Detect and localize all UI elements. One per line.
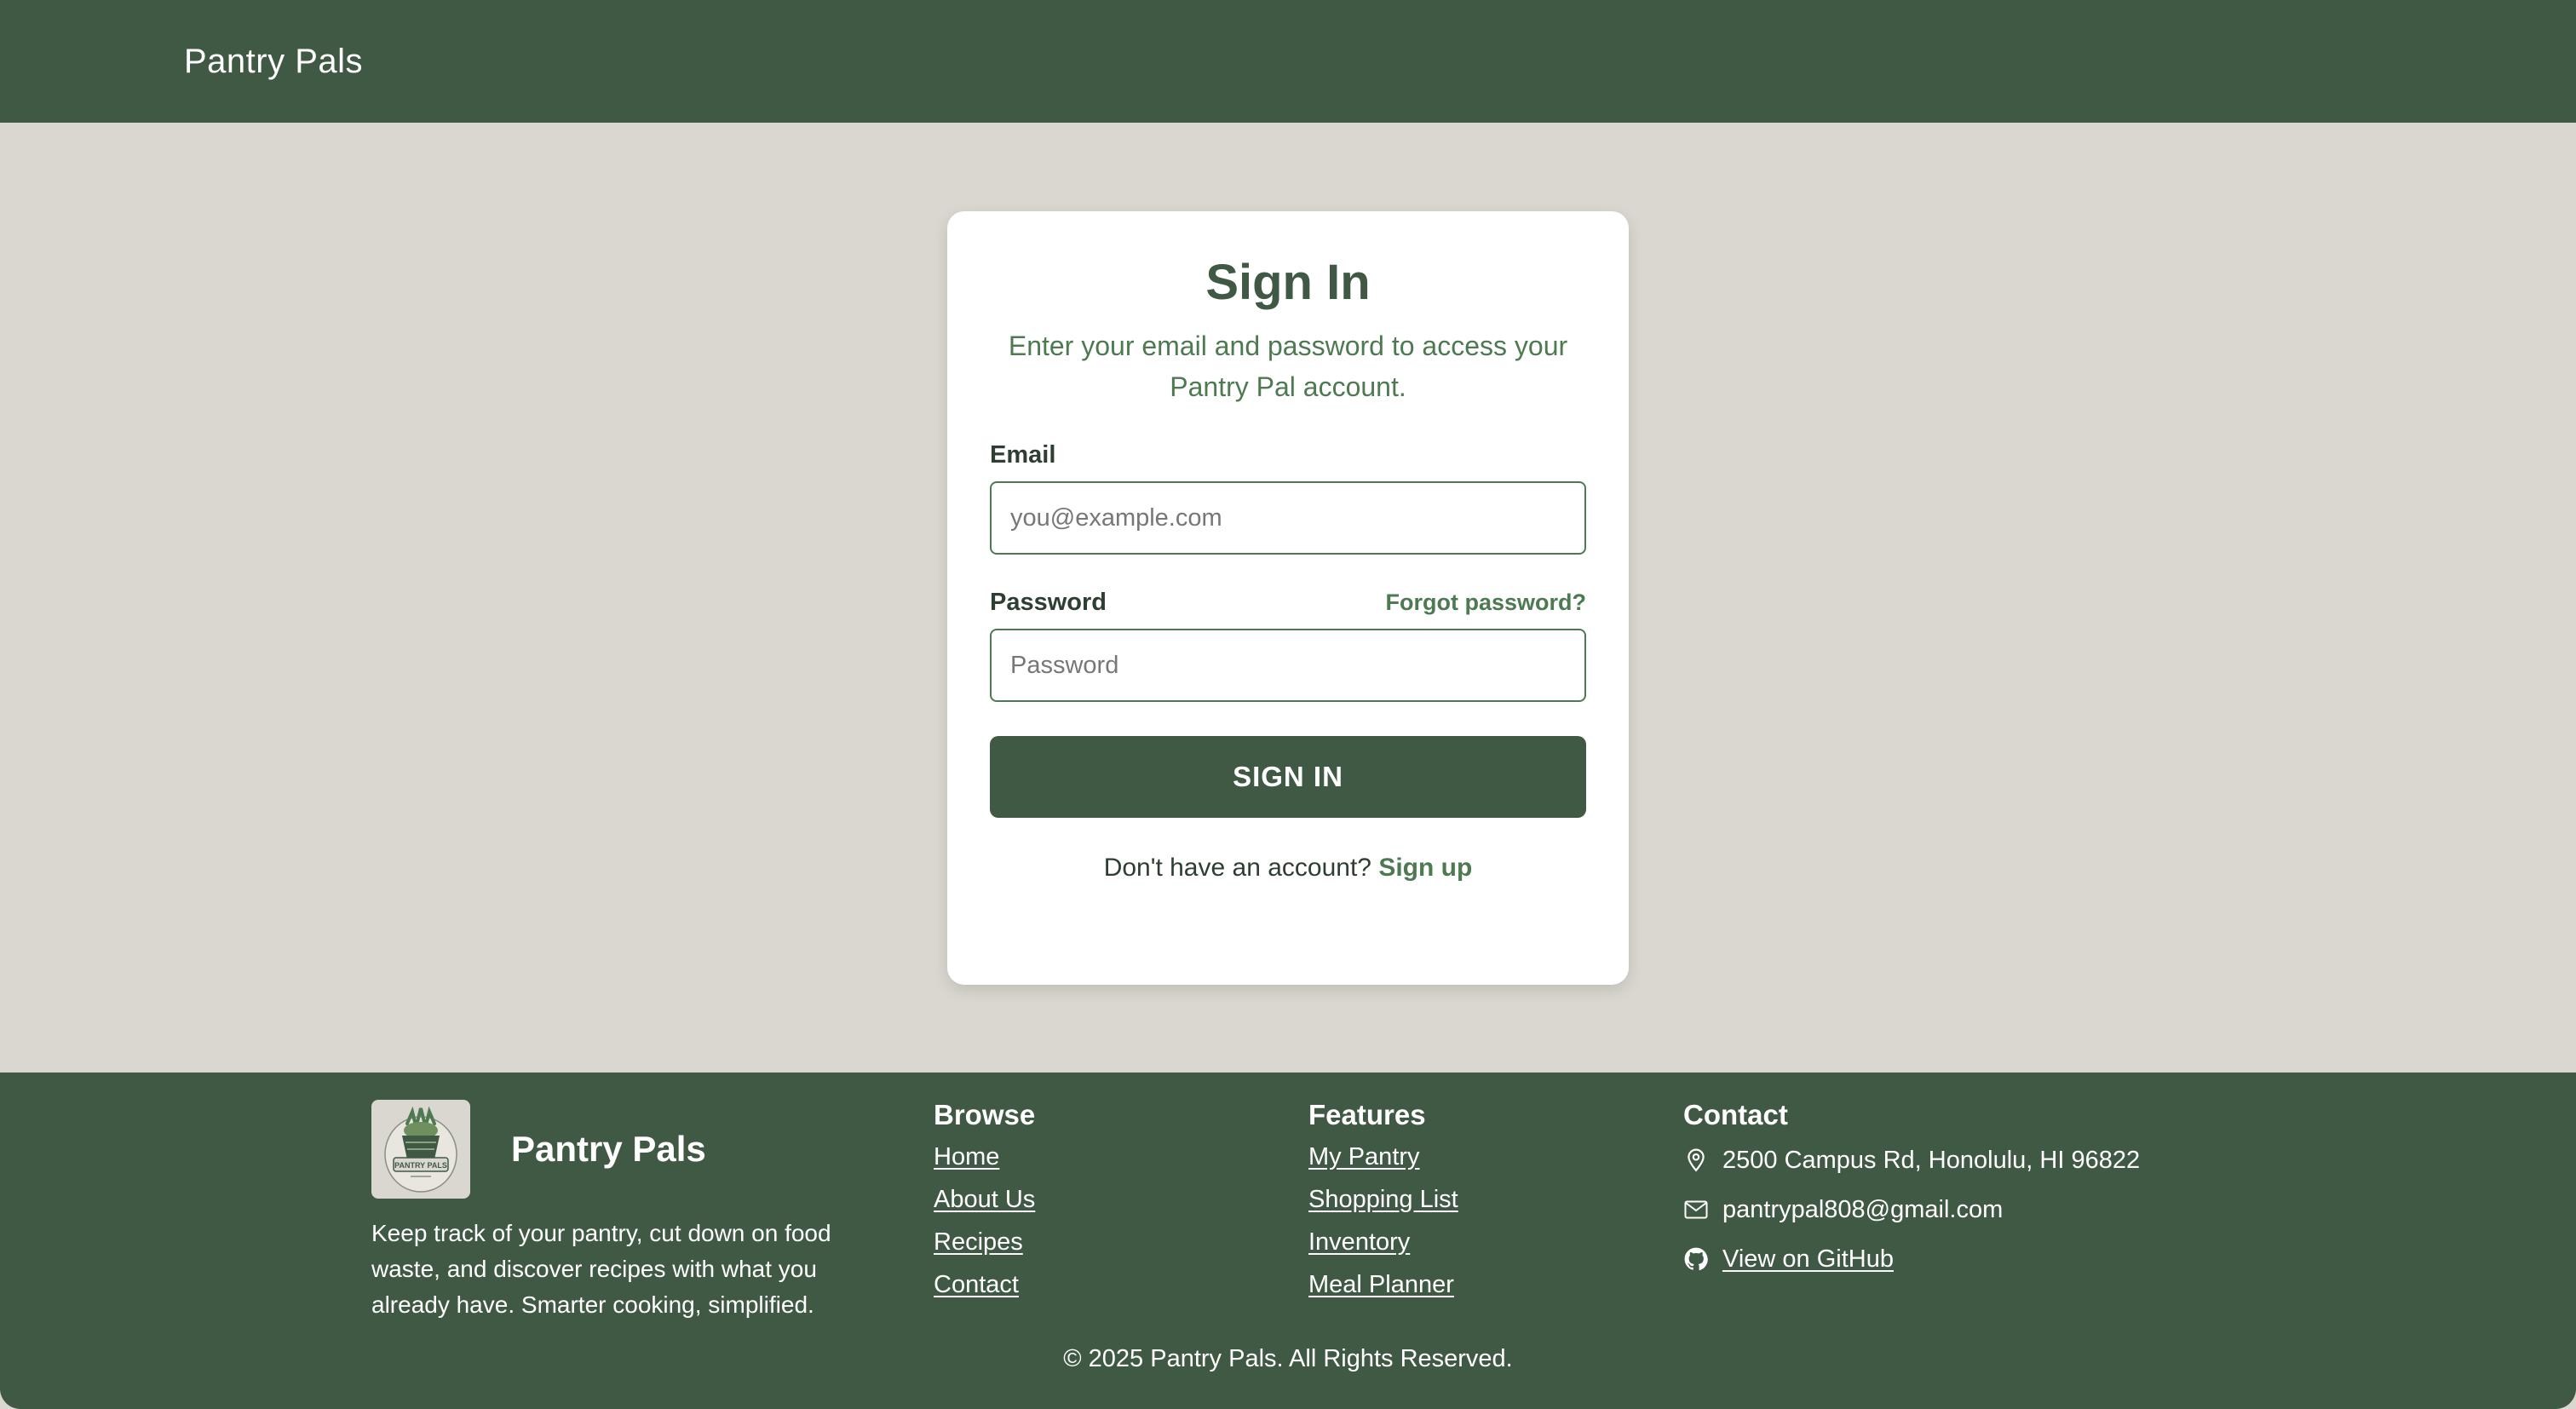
signup-row: Don't have an account? Sign up bbox=[990, 854, 1586, 883]
password-label: Password bbox=[990, 589, 1107, 616]
footer-link-home[interactable]: Home bbox=[934, 1136, 1035, 1178]
footer-features-title: Features bbox=[1308, 1099, 1426, 1130]
top-navbar: Pantry Pals bbox=[0, 0, 2576, 123]
footer-browse-column: Browse Home About Us Recipes Contact bbox=[934, 1095, 1035, 1306]
github-icon bbox=[1683, 1246, 1709, 1272]
signup-link[interactable]: Sign up bbox=[1378, 854, 1472, 882]
main-content: Sign In Enter your email and password to… bbox=[0, 123, 2576, 1073]
contact-address: 2500 Campus Rd, Honolulu, HI 96822 bbox=[1722, 1146, 2141, 1174]
footer-browse-title: Browse bbox=[934, 1099, 1036, 1130]
site-footer: PANTRY PALS Pantry Pals Keep track of yo… bbox=[0, 1073, 2576, 1409]
footer-link-shopping-list[interactable]: Shopping List bbox=[1308, 1178, 1458, 1221]
navbar-brand-link[interactable]: Pantry Pals bbox=[184, 43, 363, 81]
footer-link-meal-planner[interactable]: Meal Planner bbox=[1308, 1263, 1458, 1306]
email-input[interactable] bbox=[990, 481, 1586, 555]
mail-icon bbox=[1683, 1197, 1709, 1222]
map-pin-icon bbox=[1683, 1147, 1709, 1173]
footer-link-inventory[interactable]: Inventory bbox=[1308, 1221, 1458, 1263]
footer-contact-title: Contact bbox=[1683, 1099, 1788, 1130]
footer-link-contact[interactable]: Contact bbox=[934, 1263, 1035, 1306]
footer-link-recipes[interactable]: Recipes bbox=[934, 1221, 1035, 1263]
contact-github-row: View on GitHub bbox=[1683, 1234, 2140, 1284]
footer-features-column: Features My Pantry Shopping List Invento… bbox=[1308, 1095, 1458, 1306]
footer-link-about-us[interactable]: About Us bbox=[934, 1178, 1035, 1221]
footer-link-my-pantry[interactable]: My Pantry bbox=[1308, 1136, 1458, 1178]
footer-contact-column: Contact 2500 Campus Rd, Honolulu, HI 968… bbox=[1683, 1095, 2140, 1284]
password-input[interactable] bbox=[990, 629, 1586, 702]
logo-text: PANTRY PALS bbox=[394, 1161, 447, 1170]
contact-email: pantrypal808@gmail.com bbox=[1722, 1195, 2004, 1223]
forgot-password-link[interactable]: Forgot password? bbox=[1386, 589, 1587, 616]
pantry-basket-logo-icon: PANTRY PALS bbox=[384, 1106, 457, 1193]
footer-logo: PANTRY PALS bbox=[371, 1100, 470, 1199]
signin-subtitle: Enter your email and password to access … bbox=[1008, 331, 1568, 402]
footer-description: Keep track of your pantry, cut down on f… bbox=[371, 1220, 831, 1318]
signin-card: Sign In Enter your email and password to… bbox=[947, 211, 1629, 985]
email-label-row: Email bbox=[990, 441, 1586, 469]
email-label: Email bbox=[990, 441, 1056, 469]
footer-brand-name: Pantry Pals bbox=[511, 1129, 706, 1169]
footer-brand: PANTRY PALS Pantry Pals Keep track of yo… bbox=[371, 1100, 883, 1323]
signup-prompt: Don't have an account? bbox=[1103, 854, 1371, 882]
contact-address-row: 2500 Campus Rd, Honolulu, HI 96822 bbox=[1683, 1136, 2140, 1185]
copyright-text: © 2025 Pantry Pals. All Rights Reserved. bbox=[1063, 1345, 1513, 1372]
page: Pantry Pals Sign In Enter your email and… bbox=[0, 0, 2576, 1409]
signin-button[interactable]: SIGN IN bbox=[990, 736, 1586, 818]
password-label-row: Password Forgot password? bbox=[990, 589, 1586, 617]
contact-email-row: pantrypal808@gmail.com bbox=[1683, 1185, 2140, 1234]
github-link[interactable]: View on GitHub bbox=[1722, 1238, 1894, 1280]
signin-title: Sign In bbox=[1205, 255, 1371, 310]
